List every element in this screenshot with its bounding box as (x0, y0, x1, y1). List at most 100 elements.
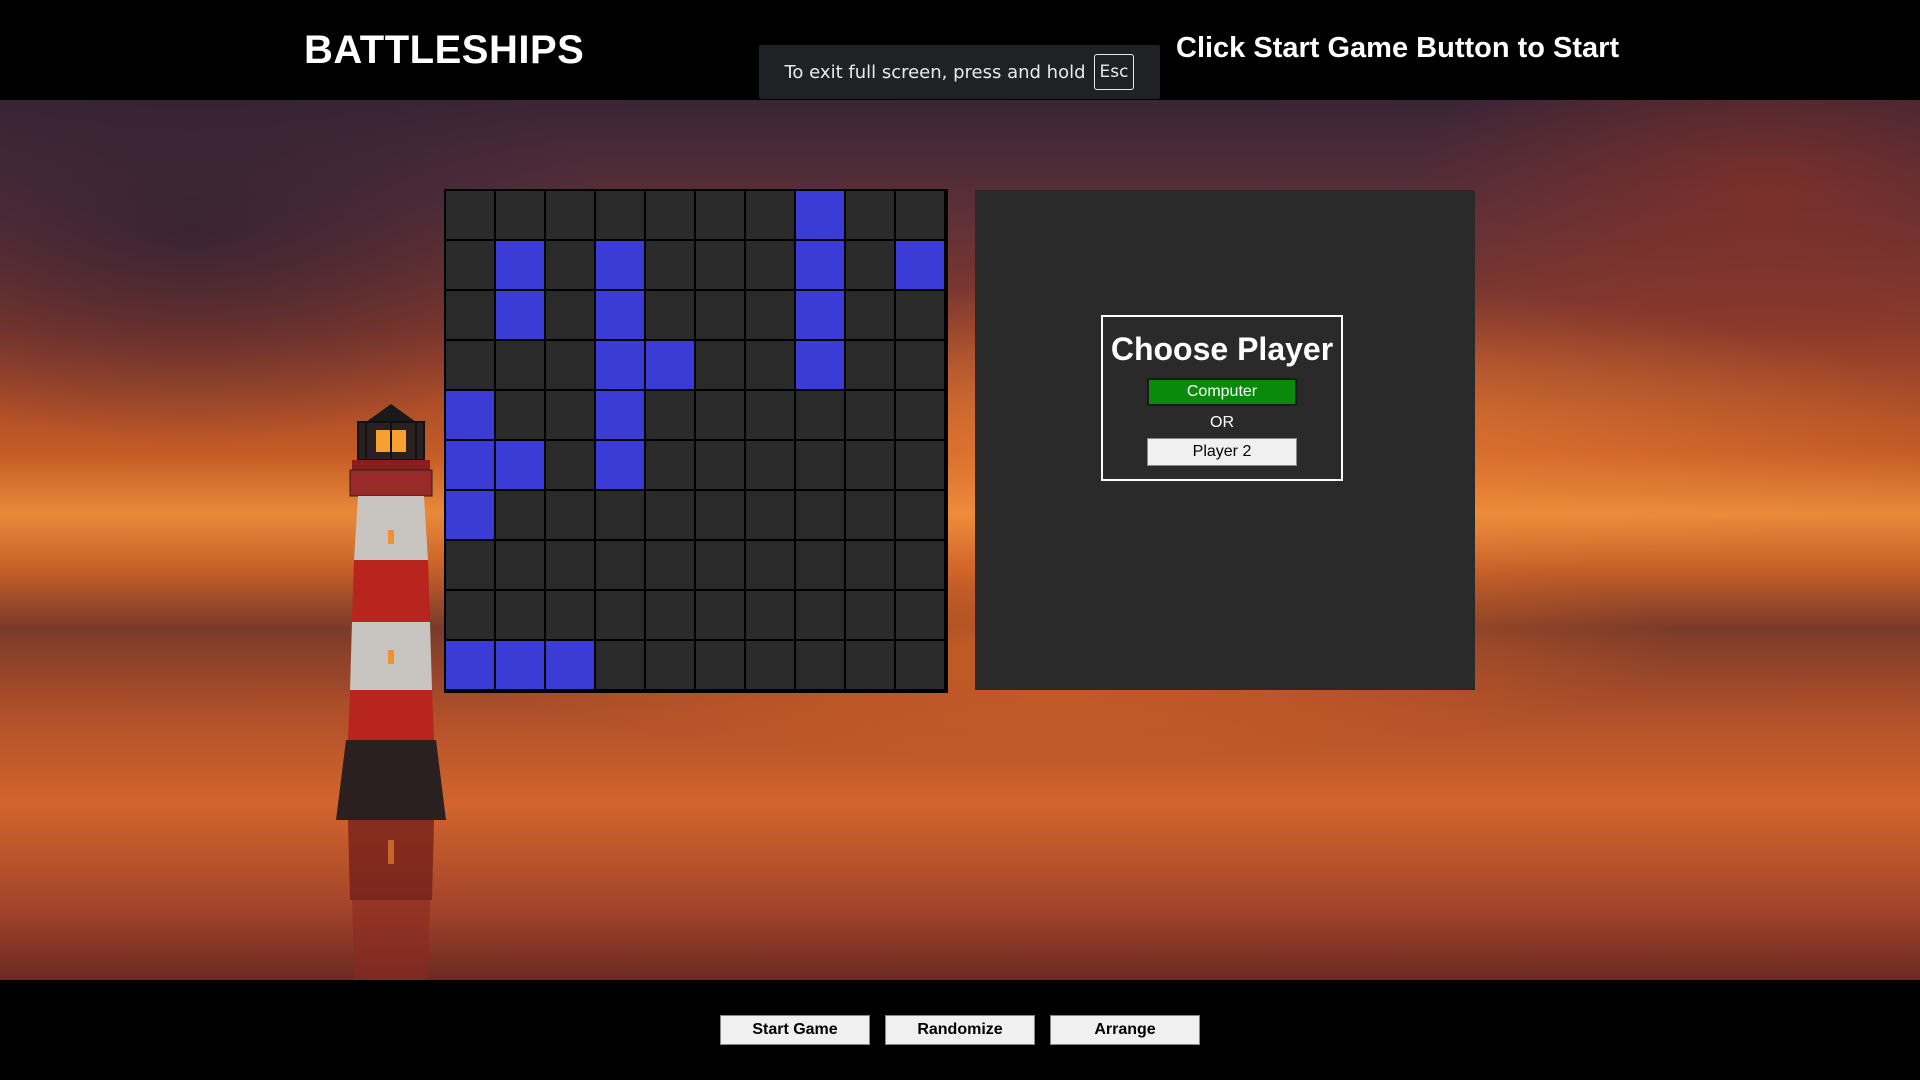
board-cell[interactable] (545, 440, 595, 490)
board-cell[interactable] (845, 440, 895, 490)
board-cell[interactable] (545, 340, 595, 390)
board-cell[interactable] (745, 590, 795, 640)
board-cell-ship[interactable] (445, 440, 495, 490)
board-cell[interactable] (795, 640, 845, 690)
board-cell-ship[interactable] (645, 340, 695, 390)
board-cell[interactable] (795, 390, 845, 440)
board-cell[interactable] (845, 190, 895, 240)
board-cell[interactable] (645, 440, 695, 490)
board-cell[interactable] (545, 490, 595, 540)
board-cell[interactable] (895, 490, 945, 540)
board-cell[interactable] (595, 190, 645, 240)
board-cell[interactable] (595, 540, 645, 590)
board-cell-ship[interactable] (445, 490, 495, 540)
board-cell[interactable] (645, 190, 695, 240)
board-cell[interactable] (895, 640, 945, 690)
board-cell[interactable] (445, 590, 495, 640)
board-cell[interactable] (695, 490, 745, 540)
board-cell[interactable] (745, 390, 795, 440)
board-cell-ship[interactable] (545, 640, 595, 690)
board-cell[interactable] (745, 440, 795, 490)
board-cell-ship[interactable] (795, 240, 845, 290)
board-cell[interactable] (745, 190, 795, 240)
board-cell[interactable] (445, 540, 495, 590)
board-cell[interactable] (845, 640, 895, 690)
board-cell[interactable] (745, 240, 795, 290)
board-cell-ship[interactable] (895, 240, 945, 290)
board-cell[interactable] (795, 540, 845, 590)
board-cell[interactable] (795, 440, 845, 490)
board-cell-ship[interactable] (595, 390, 645, 440)
player-board[interactable] (444, 189, 948, 693)
board-cell-ship[interactable] (795, 290, 845, 340)
board-cell[interactable] (845, 290, 895, 340)
board-cell[interactable] (445, 240, 495, 290)
board-cell[interactable] (845, 340, 895, 390)
board-cell[interactable] (495, 340, 545, 390)
board-cell[interactable] (445, 340, 495, 390)
board-cell[interactable] (645, 390, 695, 440)
board-cell[interactable] (445, 190, 495, 240)
board-cell[interactable] (695, 540, 745, 590)
board-cell-ship[interactable] (495, 240, 545, 290)
start-game-button[interactable]: Start Game (720, 1015, 870, 1045)
board-cell[interactable] (845, 590, 895, 640)
board-cell-ship[interactable] (495, 640, 545, 690)
board-cell[interactable] (745, 640, 795, 690)
board-cell[interactable] (695, 390, 745, 440)
board-cell[interactable] (695, 590, 745, 640)
board-cell[interactable] (495, 490, 545, 540)
board-cell[interactable] (795, 590, 845, 640)
board-cell[interactable] (745, 340, 795, 390)
board-cell[interactable] (895, 290, 945, 340)
board-cell[interactable] (495, 590, 545, 640)
board-cell[interactable] (895, 390, 945, 440)
board-cell[interactable] (645, 640, 695, 690)
board-cell[interactable] (545, 240, 595, 290)
board-cell-ship[interactable] (595, 440, 645, 490)
board-cell[interactable] (895, 540, 945, 590)
board-cell[interactable] (695, 340, 745, 390)
randomize-button[interactable]: Randomize (885, 1015, 1035, 1045)
board-cell[interactable] (695, 190, 745, 240)
board-cell[interactable] (845, 390, 895, 440)
board-cell-ship[interactable] (445, 640, 495, 690)
board-cell-ship[interactable] (595, 340, 645, 390)
arrange-button[interactable]: Arrange (1050, 1015, 1200, 1045)
board-cell-ship[interactable] (595, 240, 645, 290)
board-cell[interactable] (845, 490, 895, 540)
board-cell[interactable] (495, 190, 545, 240)
board-cell[interactable] (695, 440, 745, 490)
board-cell-ship[interactable] (495, 290, 545, 340)
board-cell[interactable] (745, 540, 795, 590)
board-cell[interactable] (645, 590, 695, 640)
board-cell[interactable] (595, 490, 645, 540)
board-cell[interactable] (745, 490, 795, 540)
board-cell-ship[interactable] (795, 340, 845, 390)
board-cell[interactable] (895, 440, 945, 490)
board-cell[interactable] (645, 290, 695, 340)
board-cell-ship[interactable] (495, 440, 545, 490)
board-cell[interactable] (545, 390, 595, 440)
board-cell-ship[interactable] (595, 290, 645, 340)
board-cell[interactable] (545, 540, 595, 590)
board-cell[interactable] (795, 490, 845, 540)
board-cell[interactable] (495, 540, 545, 590)
board-cell[interactable] (545, 290, 595, 340)
board-cell[interactable] (845, 540, 895, 590)
board-cell[interactable] (695, 240, 745, 290)
board-cell[interactable] (545, 590, 595, 640)
board-cell-ship[interactable] (445, 390, 495, 440)
board-cell[interactable] (545, 190, 595, 240)
board-cell[interactable] (695, 290, 745, 340)
player-2-button[interactable]: Player 2 (1147, 438, 1297, 466)
board-cell[interactable] (895, 190, 945, 240)
computer-button[interactable]: Computer (1147, 378, 1297, 406)
board-cell[interactable] (745, 290, 795, 340)
board-cell[interactable] (895, 590, 945, 640)
board-cell[interactable] (595, 590, 645, 640)
board-cell[interactable] (845, 240, 895, 290)
board-cell[interactable] (445, 290, 495, 340)
board-cell[interactable] (595, 640, 645, 690)
board-cell[interactable] (645, 490, 695, 540)
